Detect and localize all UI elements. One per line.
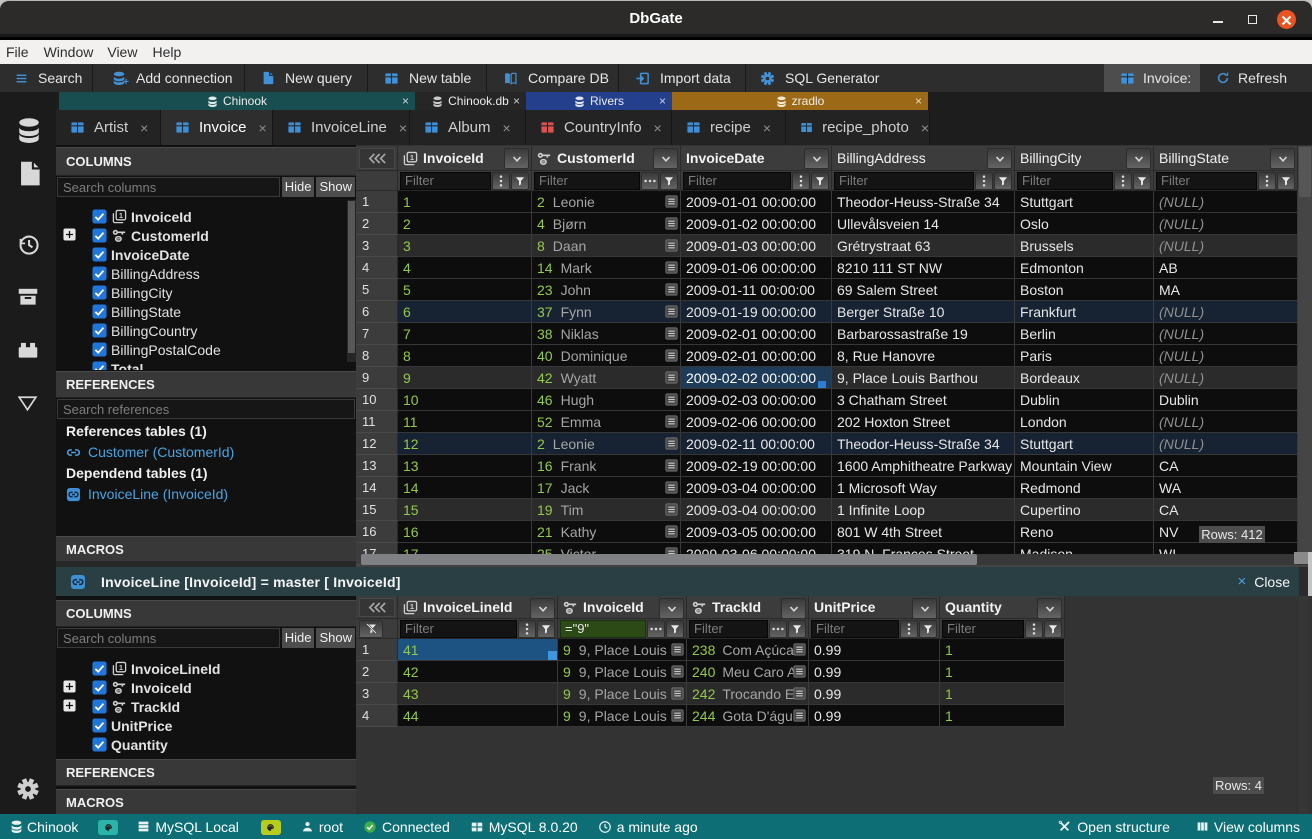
svg-text:1: 1 — [119, 663, 123, 672]
svg-text:1: 1 — [119, 211, 123, 220]
svg-text:1: 1 — [410, 153, 414, 162]
svg-text:1: 1 — [410, 602, 414, 611]
